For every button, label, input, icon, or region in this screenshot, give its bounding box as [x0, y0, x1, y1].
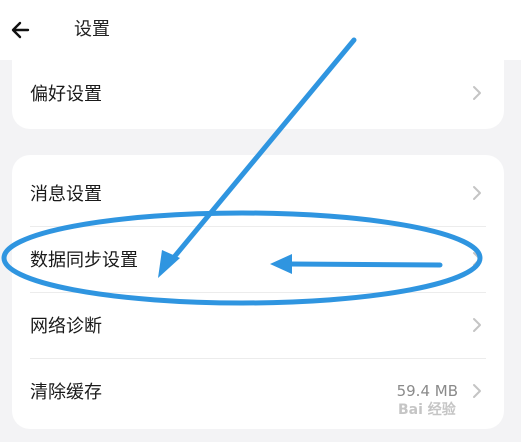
baidu-watermark: Bai 经验 [398, 402, 456, 418]
settings-item-network-diagnosis[interactable]: 网络诊断 [12, 292, 504, 358]
page-title: 设置 [74, 19, 110, 40]
chevron-right-icon [473, 86, 481, 100]
settings-card: 消息设置 数据同步设置 网络诊断 清除缓存 59.4 MB [12, 155, 504, 429]
cache-size-value: 59.4 MB [396, 382, 458, 400]
settings-item-messages[interactable]: 消息设置 [12, 160, 504, 226]
settings-item-label: 清除缓存 [30, 382, 102, 403]
settings-item-label: 数据同步设置 [30, 250, 138, 271]
chevron-right-icon [473, 252, 481, 266]
settings-item-label: 网络诊断 [30, 316, 102, 337]
chevron-right-icon [473, 384, 481, 398]
preferences-card: 偏好设置 [12, 40, 504, 129]
settings-item-data-sync[interactable]: 数据同步设置 [12, 226, 504, 292]
chevron-right-icon [473, 318, 481, 332]
settings-item-preferences[interactable]: 偏好设置 [12, 60, 504, 126]
settings-item-label: 消息设置 [30, 184, 102, 205]
chevron-right-icon [473, 186, 481, 200]
settings-item-label: 偏好设置 [30, 84, 102, 105]
